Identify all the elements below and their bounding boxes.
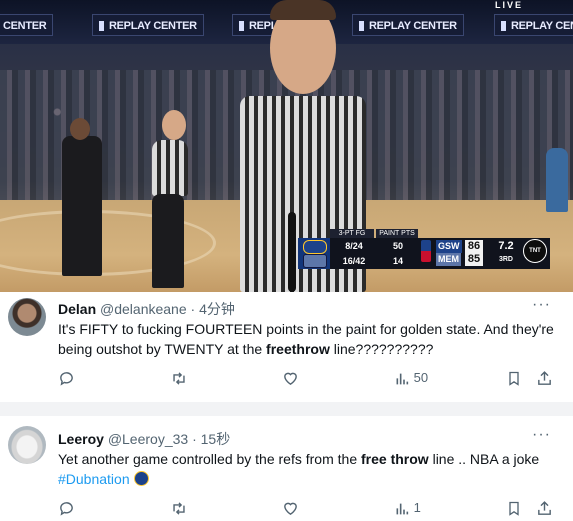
mem-label: MEM [436,253,461,266]
author-name[interactable]: Delan [58,301,96,317]
tweet-time[interactable]: · 15秒 [192,431,230,447]
referee-head [162,110,186,140]
reply-icon[interactable] [58,498,75,518]
author-handle[interactable]: @Leeroy_33 [108,431,188,447]
mem-logo [303,254,327,268]
warriors-emoji [133,471,149,486]
nba-logo [421,240,431,262]
referee-pants [152,194,184,288]
tweet-actions: 1 [58,498,558,518]
tweet-time[interactable]: · 4分钟 [191,301,235,317]
bookmark-icon[interactable] [506,368,522,388]
bookmark-icon[interactable] [506,498,522,518]
share-icon[interactable] [536,368,553,388]
views-count: 1 [413,500,421,515]
mem-3pt: 16/42 [342,256,366,266]
tweet-text: Yet another game controlled by the refs … [58,451,540,487]
mem-score: 85 [465,253,483,266]
more-icon[interactable]: ··· [532,426,551,444]
game-clock: 7.2 [498,240,514,252]
replay-banner: REPLAY CENTER [92,14,204,36]
replay-banner: REPLAY CENTER [352,14,464,36]
gsw-logo [303,240,327,254]
like-icon[interactable] [282,368,299,388]
microphone [288,212,296,292]
author-name[interactable]: Leeroy [58,431,104,447]
tnt-logo: TNT [523,239,547,263]
video-frame[interactable]: CENTER REPLAY CENTER REPLAY REPLAY CENTE… [0,0,573,292]
tweet-header: Delan @delankeane · 4分钟 [58,299,235,319]
retweet-icon[interactable] [170,368,188,388]
spectator [546,148,568,212]
replay-banner: CENTER [0,14,54,36]
views-icon[interactable]: 50 [394,368,428,388]
retweet-icon[interactable] [170,498,188,518]
more-icon[interactable]: ··· [532,296,551,314]
views-icon[interactable]: 1 [394,498,421,518]
tweet-divider [0,402,573,416]
gsw-label: GSW [436,240,462,253]
gsw-score: 86 [465,240,483,253]
replay-banner: REPLAY CENTER [494,14,573,36]
tweet[interactable]: Leeroy @Leeroy_33 · 15秒 ··· Yet another … [0,416,573,521]
like-icon[interactable] [282,498,299,518]
gsw-3pt: 8/24 [345,241,363,251]
game-period: 3RD [498,256,513,263]
scorebug-header-3pt: 3-PT FG [330,229,374,238]
tweet-header: Leeroy @Leeroy_33 · 15秒 [58,429,230,449]
hashtag-link[interactable]: #Dubnation [58,471,130,487]
team-logos [298,238,330,269]
tweet[interactable]: Delan @delankeane · 4分钟 ··· It's FIFTY t… [0,292,573,402]
gsw-paint: 50 [392,241,403,251]
reply-icon[interactable] [58,368,75,388]
person-head [70,118,90,140]
tweet-text: It's FIFTY to fucking FOURTEEN points in… [58,321,554,357]
tweet-actions: 50 [58,368,558,388]
share-icon[interactable] [536,498,553,518]
main-referee-hair [270,0,336,20]
views-count: 50 [413,370,429,385]
author-handle[interactable]: @delankeane [100,301,187,317]
avatar[interactable] [8,426,46,464]
referee-shirt [152,140,188,196]
person-suit [62,136,102,276]
live-label: LIVE [494,0,523,10]
scorebug-header-paint: PAINT PTS [376,229,418,238]
mem-paint: 14 [392,256,403,266]
avatar[interactable] [8,298,46,336]
